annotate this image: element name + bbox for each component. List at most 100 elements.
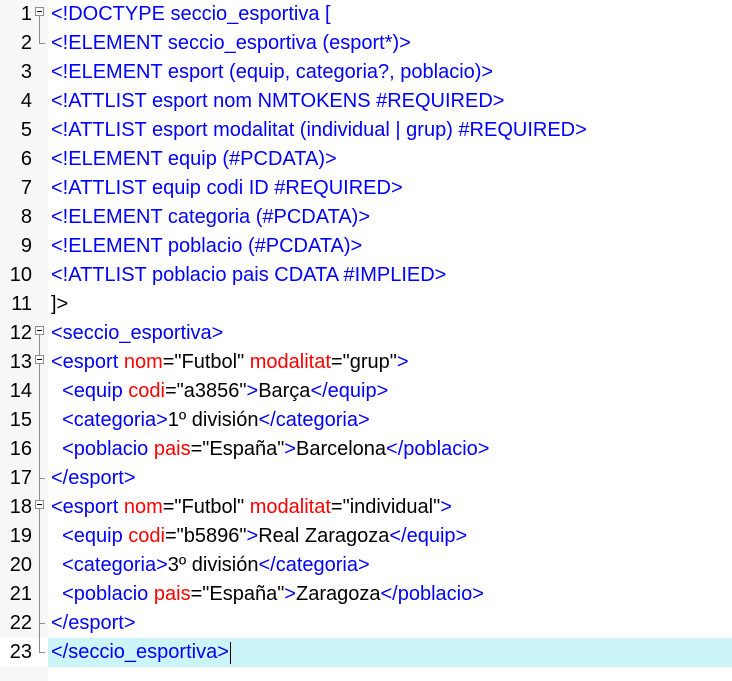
code-text[interactable]: <!ATTLIST esport modalitat (individual |…: [51, 116, 587, 145]
fold-gutter: [32, 145, 48, 174]
line-number: 5: [0, 116, 32, 145]
token-tag: <categoria>: [62, 554, 168, 576]
code-editor[interactable]: 1 <!DOCTYPE seccio_esportiva [2 <!ELEMENT …: [0, 0, 732, 681]
fold-gutter: [32, 174, 48, 203]
fold-guide: [39, 377, 40, 406]
code-text[interactable]: <!ATTLIST esport nom NMTOKENS #REQUIRED>: [51, 87, 504, 116]
code-line[interactable]: 5 <!ATTLIST esport modalitat (individual …: [0, 116, 732, 145]
code-text[interactable]: <equip codi="b5896">Real Zaragoza</equip…: [51, 522, 467, 551]
fold-guide: [39, 406, 40, 435]
token-attr: modalitat: [249, 496, 331, 518]
code-text[interactable]: </esport>: [51, 609, 136, 638]
fold-guide: [39, 29, 40, 43]
code-text[interactable]: <seccio_esportiva>: [51, 319, 223, 348]
line-number: 7: [0, 174, 32, 203]
code-line[interactable]: 23 </seccio_esportiva>: [0, 638, 732, 667]
code-text[interactable]: <!DOCTYPE seccio_esportiva [: [51, 0, 331, 29]
code-line[interactable]: 4 <!ATTLIST esport nom NMTOKENS #REQUIRED…: [0, 87, 732, 116]
code-line[interactable]: 13 <esport nom="Futbol" modalitat="grup">: [0, 348, 732, 377]
token-tag: </seccio_esportiva>: [51, 641, 229, 663]
line-number: 15: [0, 406, 32, 435]
code-line[interactable]: 15 <categoria>1º división</categoria>: [0, 406, 732, 435]
code-text[interactable]: <poblacio pais="España">Zaragoza</poblac…: [51, 580, 484, 609]
code-text[interactable]: <!ELEMENT equip (#PCDATA)>: [51, 145, 337, 174]
token-tag: </equip>: [310, 380, 389, 402]
code-text[interactable]: <!ELEMENT seccio_esportiva (esport*)>: [51, 29, 411, 58]
code-line[interactable]: 12 <seccio_esportiva>: [0, 319, 732, 348]
code-text[interactable]: </esport>: [51, 464, 136, 493]
code-text[interactable]: <esport nom="Futbol" modalitat="individu…: [51, 493, 452, 522]
token-text: 1º división: [167, 409, 259, 431]
line-number: 11: [0, 290, 32, 319]
token-tag: </categoria>: [258, 554, 370, 576]
code-text[interactable]: <categoria>1º división</categoria>: [51, 406, 370, 435]
fold-minus-icon[interactable]: [35, 326, 44, 335]
token-tag: <poblacio: [62, 438, 154, 460]
code-line[interactable]: 2 <!ELEMENT seccio_esportiva (esport*)>: [0, 29, 732, 58]
fold-gutter: [32, 261, 48, 290]
code-text[interactable]: </seccio_esportiva>: [51, 638, 231, 667]
code-line[interactable]: 9 <!ELEMENT poblacio (#PCDATA)>: [0, 232, 732, 261]
code-text[interactable]: <poblacio pais="España">Barcelona</pobla…: [51, 435, 489, 464]
fold-guide: [39, 348, 40, 355]
token-tag: <!ATTLIST equip codi ID #REQUIRED>: [51, 177, 403, 199]
code-text[interactable]: ]>: [51, 290, 68, 319]
fold-gutter: [32, 638, 48, 667]
fold-minus-icon[interactable]: [35, 355, 44, 364]
line-number: 19: [0, 522, 32, 551]
token-tag: </equip>: [389, 525, 468, 547]
fold-gutter: [32, 377, 48, 406]
token-tag: <equip: [62, 380, 129, 402]
code-line[interactable]: 16 <poblacio pais="España">Barcelona</po…: [0, 435, 732, 464]
fold-guide: [39, 493, 40, 500]
token-val: ="individual": [330, 496, 441, 518]
token-val: ="Futbol": [162, 351, 250, 373]
code-line[interactable]: 8 <!ELEMENT categoria (#PCDATA)>: [0, 203, 732, 232]
line-number: 20: [0, 551, 32, 580]
fold-gutter: [32, 609, 48, 638]
token-tag: <!ATTLIST poblacio pais CDATA #IMPLIED>: [51, 264, 447, 286]
code-line[interactable]: 22 </esport>: [0, 609, 732, 638]
code-text[interactable]: <categoria>3º división</categoria>: [51, 551, 370, 580]
code-line[interactable]: 20 <categoria>3º división</categoria>: [0, 551, 732, 580]
code-line[interactable]: 7 <!ATTLIST equip codi ID #REQUIRED>: [0, 174, 732, 203]
fold-minus-icon[interactable]: [35, 500, 44, 509]
code-text[interactable]: <!ELEMENT categoria (#PCDATA)>: [51, 203, 370, 232]
code-line[interactable]: 1 <!DOCTYPE seccio_esportiva [: [0, 0, 732, 29]
code-line[interactable]: 6 <!ELEMENT equip (#PCDATA)>: [0, 145, 732, 174]
fold-end-icon: [39, 43, 45, 44]
code-text[interactable]: <esport nom="Futbol" modalitat="grup">: [51, 348, 409, 377]
code-text[interactable]: <!ELEMENT esport (equip, categoria?, pob…: [51, 58, 493, 87]
token-attr: nom: [123, 351, 163, 373]
fold-minus-icon[interactable]: [35, 7, 44, 16]
code-line[interactable]: 21 <poblacio pais="España">Zaragoza</pob…: [0, 580, 732, 609]
token-tag: <!ELEMENT categoria (#PCDATA)>: [51, 206, 371, 228]
fold-gutter: [32, 406, 48, 435]
code-line[interactable]: 10 <!ATTLIST poblacio pais CDATA #IMPLIED…: [0, 261, 732, 290]
code-line[interactable]: 14 <equip codi="a3856">Barça</equip>: [0, 377, 732, 406]
code-line[interactable]: 18 <esport nom="Futbol" modalitat="indivi…: [0, 493, 732, 522]
code-line[interactable]: 11 ]>: [0, 290, 732, 319]
code-text[interactable]: <equip codi="a3856">Barça</equip>: [51, 377, 388, 406]
token-attr: codi: [128, 380, 165, 402]
code-text[interactable]: <!ATTLIST poblacio pais CDATA #IMPLIED>: [51, 261, 446, 290]
code-line[interactable]: 3 <!ELEMENT esport (equip, categoria?, po…: [0, 58, 732, 87]
fold-gutter: [32, 348, 48, 377]
code-text[interactable]: <!ATTLIST equip codi ID #REQUIRED>: [51, 174, 403, 203]
fold-guide: [39, 580, 40, 609]
code-line[interactable]: 19 <equip codi="b5896">Real Zaragoza</eq…: [0, 522, 732, 551]
token-text: Barça: [258, 380, 311, 402]
token-attr: nom: [123, 496, 163, 518]
line-number: 21: [0, 580, 32, 609]
line-number: 9: [0, 232, 32, 261]
fold-gutter: [32, 232, 48, 261]
code-line[interactable]: 17 </esport>: [0, 464, 732, 493]
line-number: 17: [0, 464, 32, 493]
fold-gutter: [32, 0, 48, 29]
fold-end-icon: [39, 652, 45, 653]
code-text[interactable]: <!ELEMENT poblacio (#PCDATA)>: [51, 232, 362, 261]
